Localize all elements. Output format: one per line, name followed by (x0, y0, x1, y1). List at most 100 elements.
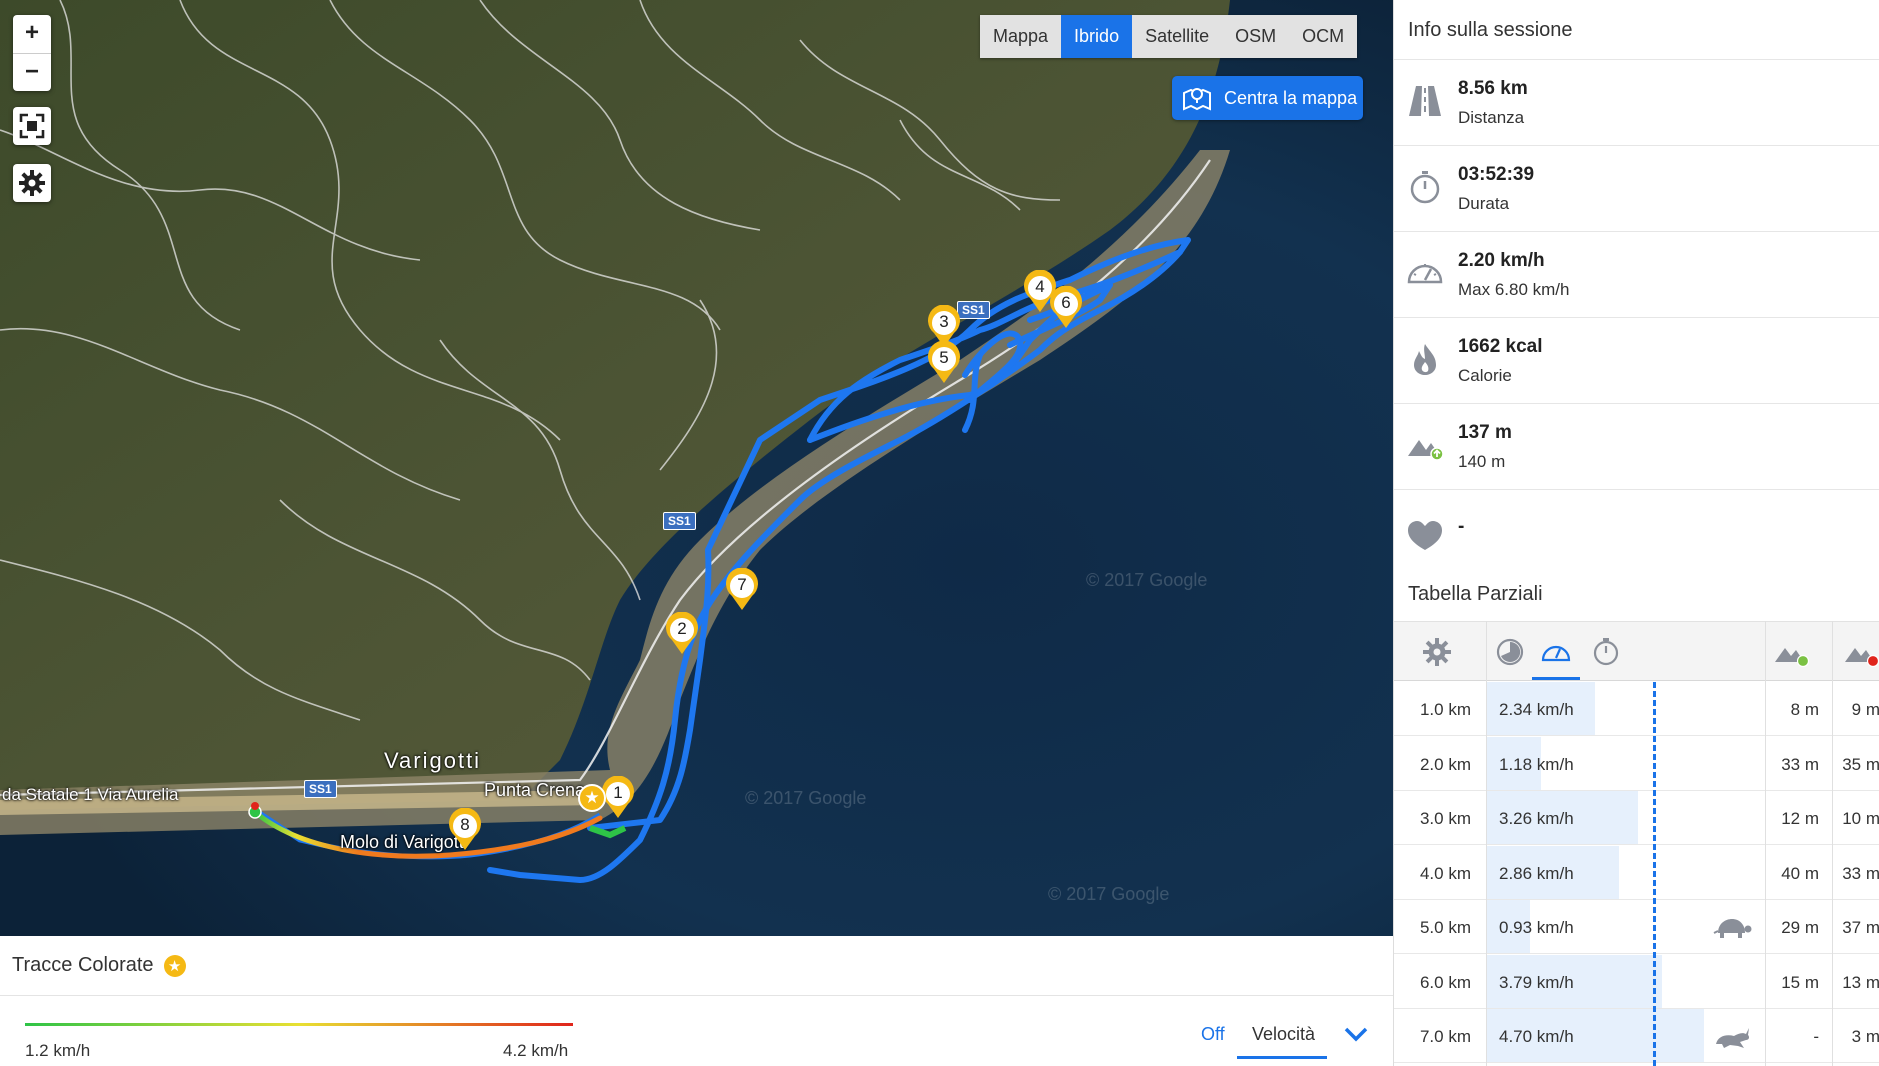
center-map-label: Centra la mappa (1224, 87, 1358, 108)
speedometer-icon[interactable] (1541, 637, 1571, 667)
speed-gradient-legend (25, 1023, 573, 1026)
split-speed: 2.86 km/h (1499, 863, 1574, 883)
average-speed-line (1653, 682, 1656, 1066)
split-speed: 4.70 km/h (1499, 1027, 1574, 1046)
divider (0, 995, 1393, 996)
gear-icon (19, 170, 45, 196)
zoom-in-button[interactable]: + (13, 15, 51, 53)
heart-icon (1408, 521, 1442, 550)
speed-max-label: Max 6.80 km/h (1458, 280, 1570, 299)
mountain-up-icon (1408, 440, 1444, 461)
split-row[interactable]: 6.0 km 3.79 km/h 15 m 13 m (1394, 954, 1879, 1009)
map-watermark: © 2017 Google (1086, 570, 1208, 590)
satellite-map[interactable] (0, 0, 1393, 936)
town-label: Varigotti (384, 748, 482, 773)
road-shield-ss1: SS1 (663, 512, 696, 530)
chevron-down-icon[interactable] (1343, 1025, 1369, 1043)
colored-off-button[interactable]: Off (1201, 1024, 1225, 1045)
layer-button-mappa[interactable]: Mappa (980, 15, 1061, 58)
layer-button-ocm[interactable]: OCM (1289, 15, 1357, 58)
speedometer-icon (1407, 264, 1443, 284)
zoom-control: + − (13, 15, 51, 91)
waypoint-marker-2[interactable]: 2 (664, 612, 700, 656)
split-descent: 3 m (1851, 1027, 1879, 1046)
point-label: Punta Crena (484, 780, 586, 800)
split-ascent: 15 m (1781, 972, 1819, 992)
split-row[interactable]: 3.0 km 3.26 km/h 12 m 10 m (1394, 791, 1879, 845)
split-row[interactable]: 7.0 km 4.70 km/h - 3 m (1394, 1009, 1879, 1063)
mountain-down-icon[interactable] (1844, 637, 1879, 667)
split-row[interactable]: 2.0 km 1.18 km/h 33 m 35 m (1394, 736, 1879, 791)
stopwatch-icon[interactable] (1591, 637, 1621, 667)
split-ascent: 8 m (1790, 700, 1819, 719)
split-ascent: 40 m (1781, 863, 1819, 883)
speed-value: 2.20 km/h (1458, 250, 1545, 271)
distance-row: 8.56 km Distanza (1394, 59, 1879, 145)
split-distance: 4.0 km (1419, 863, 1471, 883)
split-distance: 1.0 km (1419, 700, 1471, 719)
split-descent: 35 m (1842, 754, 1879, 774)
layer-button-satellite[interactable]: Satellite (1132, 15, 1222, 58)
split-row[interactable]: 5.0 km 0.93 km/h 29 m 37 m (1394, 900, 1879, 954)
colored-tracks-label: Tracce Colorate (12, 954, 154, 976)
split-descent: 37 m (1842, 918, 1879, 937)
layer-button-ibrido[interactable]: Ibrido (1061, 15, 1133, 58)
duration-value: 03:52:39 (1458, 164, 1535, 185)
split-distance: 3.0 km (1419, 809, 1471, 828)
marker-number: 6 (1061, 293, 1071, 312)
calories-row: 1662 kcal Calorie (1394, 317, 1879, 403)
split-descent: 9 m (1851, 700, 1879, 719)
street-label: da Statale 1 Via Aurelia (2, 785, 179, 804)
map-pin-icon (1183, 88, 1211, 111)
colored-speed-button[interactable]: Velocità (1252, 1024, 1315, 1045)
split-speed: 3.26 km/h (1499, 809, 1574, 828)
waypoint-marker-6[interactable]: 6 (1048, 286, 1084, 330)
map-settings-button[interactable] (13, 164, 51, 202)
marker-number: 3 (939, 312, 949, 331)
split-row[interactable]: 4.0 km 2.86 km/h 40 m 33 m (1394, 845, 1879, 900)
split-speed: 2.34 km/h (1499, 700, 1574, 719)
fullscreen-icon (19, 113, 45, 139)
map-view[interactable]: Varigotti da Statale 1 Via Aurelia Punta… (0, 0, 1393, 936)
pace-icon[interactable] (1495, 637, 1525, 667)
gradient-max-label: 4.2 km/h (503, 1041, 569, 1060)
split-descent: 33 m (1842, 863, 1879, 883)
map-watermark: © 2017 Google (1048, 884, 1170, 904)
ascent-value: 137 m (1458, 422, 1512, 443)
split-speed: 0.93 km/h (1499, 918, 1574, 937)
distance-label: Distanza (1458, 108, 1525, 127)
fullscreen-button[interactable] (13, 107, 51, 145)
split-speed: 1.18 km/h (1499, 754, 1574, 774)
marker-number: 8 (460, 815, 470, 834)
splits-table-header (1394, 621, 1879, 681)
road-shield-ss1: SS1 (304, 780, 337, 798)
split-speed: 3.79 km/h (1499, 972, 1574, 992)
app-root: Varigotti da Statale 1 Via Aurelia Punta… (0, 0, 1879, 1066)
duration-row: 03:52:39 Durata (1394, 145, 1879, 231)
duration-label: Durata (1458, 194, 1510, 213)
speed-row: 2.20 km/h Max 6.80 km/h (1394, 231, 1879, 317)
center-map-button[interactable]: Centra la mappa (1172, 76, 1363, 120)
zoom-out-button[interactable]: − (13, 53, 51, 91)
active-column-underline (1532, 677, 1580, 680)
layer-button-osm[interactable]: OSM (1222, 15, 1289, 58)
mountain-up-icon[interactable] (1774, 637, 1810, 667)
start-star-icon[interactable]: ★ (578, 784, 606, 812)
flame-icon (1414, 344, 1436, 375)
split-distance: 7.0 km (1419, 1027, 1471, 1046)
column-divider (1486, 621, 1487, 1066)
split-distance: 5.0 km (1419, 918, 1471, 937)
split-row[interactable]: 1.0 km 2.34 km/h 8 m 9 m (1394, 682, 1879, 736)
waypoint-marker-5[interactable]: 5 (926, 341, 962, 385)
end-dot (251, 802, 259, 810)
waypoint-marker-7[interactable]: 7 (724, 568, 760, 612)
heart-rate-row: - (1394, 489, 1879, 569)
waypoint-marker-8[interactable]: 8 (447, 808, 483, 852)
marker-number: 5 (939, 348, 949, 367)
road-icon (1409, 86, 1441, 116)
gradient-min-label: 1.2 km/h (25, 1041, 91, 1060)
map-layer-switcher: Mappa Ibrido Satellite OSM OCM (980, 15, 1358, 58)
star-icon: ★ (163, 954, 186, 977)
gear-icon[interactable] (1422, 637, 1452, 667)
active-mode-underline (1237, 1056, 1327, 1059)
